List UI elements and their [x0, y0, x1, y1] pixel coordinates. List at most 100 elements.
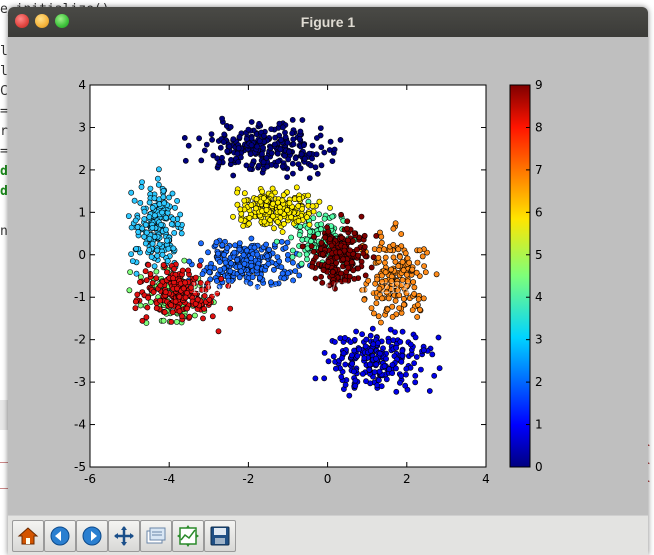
data-point-label-0: [306, 150, 313, 157]
data-point-label-1: [407, 341, 414, 348]
figure-canvas[interactable]: -6 -4 -2 0 2 4 4 3 2 1 0 -1 -2 -3 -4 -5 http://blog.csd…: [8, 37, 648, 515]
data-point-label-2: [215, 250, 221, 257]
data-point-label-9: [336, 249, 343, 256]
data-point-label-3: [134, 224, 141, 230]
save-button[interactable]: [204, 520, 236, 552]
configure-subplots-button[interactable]: [172, 520, 204, 552]
data-point-label-9: [370, 254, 377, 261]
pan-button[interactable]: [108, 520, 140, 552]
data-point-label-1: [413, 354, 420, 360]
data-point-label-0: [279, 163, 286, 170]
y-tick-label: 2: [78, 163, 86, 177]
data-point-label-0: [300, 142, 307, 149]
data-point-label-9: [344, 218, 351, 225]
data-point-label-0: [248, 119, 255, 125]
data-point-label-1: [350, 368, 357, 375]
data-point-label-1: [373, 361, 380, 368]
data-point-label-0: [281, 152, 288, 159]
data-point-label-1: [426, 388, 433, 394]
data-point-label-8: [215, 328, 222, 335]
data-point-label-8: [143, 314, 150, 321]
scatter-plot[interactable]: -6 -4 -2 0 2 4 4 3 2 1 0 -1 -2 -3 -4 -5 http://blog.csd…: [8, 37, 648, 515]
data-point-label-1: [351, 347, 357, 354]
data-point-label-0: [228, 157, 234, 163]
forward-button[interactable]: [76, 520, 108, 552]
data-point-label-9: [350, 238, 356, 244]
data-point-label-7: [382, 254, 389, 261]
data-point-label-8: [134, 291, 141, 298]
data-point-label-1: [397, 338, 404, 345]
data-point-label-1: [348, 352, 355, 359]
data-point-label-2: [197, 257, 204, 264]
data-point-label-5: [289, 254, 296, 260]
data-point-label-3: [141, 208, 148, 215]
data-point-label-0: [268, 150, 275, 157]
back-button[interactable]: [44, 520, 76, 552]
home-icon: [17, 527, 39, 545]
data-point-label-0: [216, 159, 223, 166]
data-point-label-2: [266, 246, 272, 253]
data-point-label-3: [154, 247, 161, 254]
data-point-label-3: [155, 181, 162, 188]
home-button[interactable]: [12, 520, 44, 552]
data-point-label-7: [392, 297, 399, 304]
subplots-icon: [177, 525, 199, 547]
data-point-label-8: [157, 297, 163, 304]
data-point-label-1: [362, 343, 369, 350]
data-point-label-9: [373, 232, 380, 239]
data-point-label-9: [347, 247, 353, 254]
data-point-label-9: [325, 228, 332, 235]
data-point-label-5: [318, 221, 325, 228]
data-point-label-0: [317, 125, 324, 131]
data-point-label-0: [318, 144, 325, 151]
data-point-label-7: [414, 301, 421, 308]
data-point-label-8: [182, 294, 189, 301]
data-point-label-2: [243, 247, 250, 254]
data-point-label-2: [207, 264, 214, 271]
data-point-label-7: [402, 250, 409, 257]
data-point-label-2: [278, 238, 285, 245]
data-point-label-8: [153, 275, 160, 282]
back-arrow-icon: [50, 526, 70, 546]
data-point-label-2: [248, 262, 255, 269]
title-bar[interactable]: Figure 1: [8, 7, 648, 37]
data-point-label-6: [280, 192, 287, 198]
data-point-label-3: [151, 195, 158, 202]
data-point-label-7: [421, 263, 427, 269]
data-point-label-8: [173, 285, 180, 292]
colorbar-tick-label: 2: [535, 375, 543, 389]
data-point-label-0: [268, 126, 275, 132]
data-point-label-6: [274, 199, 281, 206]
data-point-label-0: [301, 155, 308, 162]
data-point-label-2: [256, 274, 263, 281]
data-point-label-0: [230, 136, 237, 142]
data-point-label-0: [327, 138, 334, 145]
data-point-label-6: [237, 206, 244, 213]
data-point-label-2: [236, 246, 243, 253]
data-point-label-6: [253, 196, 260, 203]
zoom-button[interactable]: [140, 520, 172, 552]
data-point-label-8: [192, 274, 199, 281]
data-point-label-3: [163, 214, 169, 221]
data-point-label-1: [352, 382, 359, 389]
data-point-label-6: [274, 218, 281, 225]
data-point-label-9: [362, 272, 369, 279]
data-point-label-7: [414, 314, 421, 320]
data-point-label-8: [145, 294, 151, 301]
data-point-label-0: [271, 141, 278, 148]
data-point-label-3: [168, 221, 175, 228]
data-point-label-2: [276, 258, 283, 265]
data-point-label-0: [289, 117, 296, 123]
data-point-label-3: [138, 184, 145, 190]
data-point-label-7: [416, 306, 423, 313]
data-point-label-7: [392, 220, 399, 227]
data-point-label-7: [411, 290, 417, 297]
data-point-label-1: [363, 336, 370, 343]
data-point-label-4: [127, 269, 133, 275]
data-point-label-7: [389, 313, 396, 320]
data-point-label-1: [411, 360, 417, 367]
data-point-label-9: [355, 252, 361, 259]
data-point-label-0: [313, 151, 320, 158]
data-point-label-0: [219, 115, 225, 122]
data-point-label-0: [309, 155, 315, 162]
